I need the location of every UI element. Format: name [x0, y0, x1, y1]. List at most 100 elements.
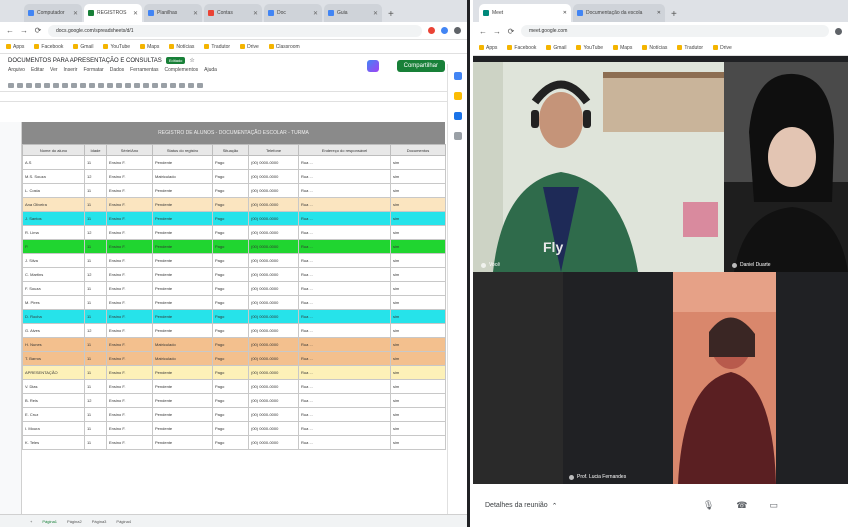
table-cell[interactable]: Rua ... — [298, 379, 391, 394]
table-cell[interactable]: 11 — [84, 239, 107, 254]
table-cell[interactable]: Pendente — [152, 365, 213, 380]
bookmark-item[interactable]: Apps — [6, 44, 24, 50]
browser-tab[interactable]: Documentação da escola ✕ — [573, 4, 665, 22]
end-call-icon[interactable]: ☎ — [736, 500, 747, 511]
link-icon[interactable] — [161, 83, 167, 88]
table-cell[interactable]: Rua ... — [298, 435, 391, 450]
table-cell[interactable]: C. Martins — [22, 267, 85, 282]
table-cell[interactable]: Rua ... — [298, 365, 391, 380]
table-cell[interactable]: sim — [390, 197, 446, 212]
table-cell[interactable]: 11 — [84, 407, 107, 422]
table-cell[interactable]: 11 — [84, 183, 107, 198]
browser-tab[interactable]: Planilhas ✕ — [144, 4, 202, 22]
bookmark-item[interactable]: YouTube — [103, 44, 130, 50]
menu-item[interactable]: Ferramentas — [130, 67, 158, 73]
reload-icon[interactable]: ⟳ — [507, 27, 515, 36]
column-header[interactable]: Endereço do responsável — [298, 144, 391, 156]
table-cell[interactable]: (00) 0000-0000 — [248, 365, 299, 380]
column-header[interactable]: Situação — [212, 144, 249, 156]
table-cell[interactable]: Ensino F. — [106, 225, 153, 240]
bookmark-item[interactable]: Gmail — [546, 45, 566, 51]
table-cell[interactable]: R. Lima — [22, 225, 85, 240]
table-cell[interactable]: Ensino F. — [106, 197, 153, 212]
bookmark-item[interactable]: Classroom — [268, 44, 300, 50]
table-cell[interactable]: 11 — [84, 295, 107, 310]
table-cell[interactable]: Pago — [212, 225, 249, 240]
table-cell[interactable]: Ensino F. — [106, 393, 153, 408]
italic-icon[interactable] — [89, 83, 95, 88]
participant-tile[interactable]: Prof. Lucia Fernandes — [473, 272, 848, 484]
table-cell[interactable]: (00) 0000-0000 — [248, 211, 299, 226]
table-cell[interactable]: sim — [390, 309, 446, 324]
font-select[interactable] — [71, 83, 77, 88]
wrap-icon[interactable] — [152, 83, 158, 88]
close-tab-icon[interactable]: ✕ — [253, 10, 258, 17]
table-cell[interactable]: 11 — [84, 351, 107, 366]
table-cell[interactable]: 11 — [84, 337, 107, 352]
menu-item[interactable]: Complementos — [165, 67, 199, 73]
table-cell[interactable]: (00) 0000-0000 — [248, 267, 299, 282]
table-cell[interactable]: I. Moura — [22, 421, 85, 436]
browser-tab-active[interactable]: Meet ✕ — [479, 4, 571, 22]
table-cell[interactable]: Pendente — [152, 435, 213, 450]
bookmark-item[interactable]: Notícias — [169, 44, 194, 50]
microphone-icon[interactable]: 🎙 — [703, 500, 714, 511]
table-cell[interactable]: H. Nunes — [22, 337, 85, 352]
table-cell[interactable]: Pendente — [152, 309, 213, 324]
table-cell[interactable]: Pago — [212, 295, 249, 310]
keep-icon[interactable] — [453, 92, 462, 100]
url-input[interactable]: docs.google.com/spreadsheets/d/1 — [48, 24, 422, 37]
camera-icon[interactable]: ▭ — [769, 500, 778, 511]
browser-tab-active[interactable]: REGISTROS ✕ — [84, 4, 142, 22]
table-cell[interactable]: 12 — [84, 169, 107, 184]
meeting-details-button[interactable]: Detalhes da reunião ⌃ — [485, 502, 558, 510]
table-cell[interactable]: Pendente — [152, 225, 213, 240]
bookmark-item[interactable]: Maps — [613, 45, 632, 51]
table-cell[interactable]: Pendente — [152, 379, 213, 394]
calendar-icon[interactable] — [453, 72, 462, 80]
table-cell[interactable]: Pago — [212, 155, 249, 170]
table-cell[interactable]: 11 — [84, 253, 107, 268]
table-cell[interactable]: Pago — [212, 211, 249, 226]
zoom-select[interactable] — [44, 83, 50, 88]
table-cell[interactable]: 11 — [84, 379, 107, 394]
chart-icon[interactable] — [179, 83, 185, 88]
table-cell[interactable]: Ensino F. — [106, 267, 153, 282]
table-cell[interactable]: 11 — [84, 365, 107, 380]
table-cell[interactable]: sim — [390, 337, 446, 352]
close-tab-icon[interactable]: ✕ — [193, 10, 198, 17]
menu-item[interactable]: Editar — [31, 67, 44, 73]
table-cell[interactable]: Ensino F. — [106, 281, 153, 296]
table-cell[interactable]: Pago — [212, 421, 249, 436]
table-cell[interactable]: Pago — [212, 239, 249, 254]
table-cell[interactable]: Rua ... — [298, 155, 391, 170]
table-cell[interactable]: Pendente — [152, 267, 213, 282]
table-cell[interactable]: sim — [390, 239, 446, 254]
table-cell[interactable]: G. Alves — [22, 323, 85, 338]
table-cell[interactable]: Ensino F. — [106, 421, 153, 436]
extension-icon[interactable] — [441, 27, 448, 34]
table-cell[interactable]: sim — [390, 351, 446, 366]
table-cell[interactable]: 11 — [84, 421, 107, 436]
column-header[interactable]: Status do registro — [152, 144, 213, 156]
table-cell[interactable]: (00) 0000-0000 — [248, 379, 299, 394]
bookmark-item[interactable]: YouTube — [576, 45, 603, 51]
formula-bar[interactable] — [0, 92, 467, 102]
table-cell[interactable]: Rua ... — [298, 239, 391, 254]
table-cell[interactable]: Ensino F. — [106, 379, 153, 394]
table-cell[interactable]: Rua ... — [298, 323, 391, 338]
table-cell[interactable]: sim — [390, 267, 446, 282]
menu-item[interactable]: Dados — [110, 67, 124, 73]
back-icon[interactable]: ← — [6, 26, 14, 35]
table-cell[interactable]: (00) 0000-0000 — [248, 295, 299, 310]
table-cell[interactable]: Rua ... — [298, 309, 391, 324]
table-cell[interactable]: (00) 0000-0000 — [248, 155, 299, 170]
bookmark-item[interactable]: Maps — [140, 44, 159, 50]
table-cell[interactable]: (00) 0000-0000 — [248, 197, 299, 212]
table-cell[interactable]: sim — [390, 169, 446, 184]
table-cell[interactable]: J. Silva — [22, 253, 85, 268]
table-cell[interactable]: 11 — [84, 211, 107, 226]
table-cell[interactable]: Ensino F. — [106, 351, 153, 366]
table-cell[interactable]: sim — [390, 393, 446, 408]
table-cell[interactable]: Pendente — [152, 421, 213, 436]
